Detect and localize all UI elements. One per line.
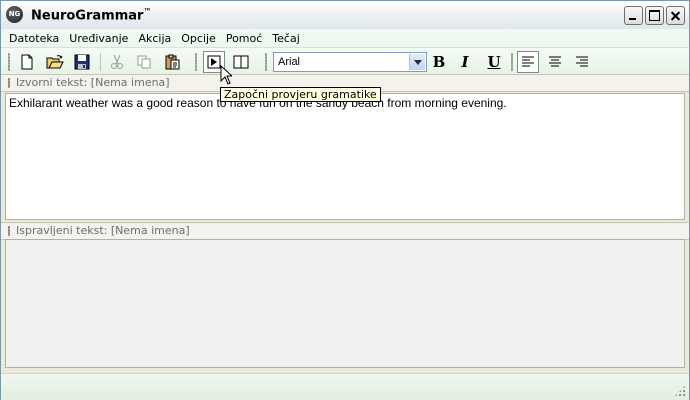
play-icon (207, 55, 221, 69)
save-file-button[interactable] (71, 51, 93, 73)
cut-icon (111, 54, 123, 69)
bold-button[interactable]: B (428, 51, 450, 73)
corrected-pane-header: Ispravljeni tekst: [Nema imena] (1, 222, 689, 240)
window-title: NeuroGrammar™ (31, 7, 152, 24)
corrected-text-editor[interactable] (5, 239, 685, 368)
source-text-editor[interactable]: Exhilarant weather was a good reason to … (5, 93, 685, 220)
pane-grip[interactable] (8, 78, 10, 88)
menu-opcije[interactable]: Opcije (176, 32, 221, 45)
chevron-down-icon[interactable] (409, 54, 425, 70)
title-bar[interactable]: NG NeuroGrammar™ (1, 1, 689, 30)
align-right-button[interactable] (571, 51, 593, 73)
split-view-icon (233, 55, 249, 69)
copy-icon (137, 55, 151, 69)
new-file-button[interactable] (16, 51, 38, 73)
paste-button[interactable] (161, 51, 183, 73)
italic-button[interactable]: I (454, 51, 476, 73)
align-left-icon (522, 56, 534, 67)
toolbar-grip[interactable] (511, 53, 513, 71)
tooltip: Započni provjeru gramatike (220, 87, 381, 102)
italic-icon: I (461, 53, 469, 71)
copy-button[interactable] (133, 51, 155, 73)
toolbar-separator (100, 53, 101, 71)
align-right-icon (576, 56, 588, 67)
toolbar: Arial B I U (1, 47, 689, 77)
menu-bar: Datoteka Uređivanje Akcija Opcije Pomoć … (1, 29, 689, 47)
underline-button[interactable]: U (483, 51, 505, 73)
bold-icon: B (432, 53, 446, 71)
corrected-pane-title: Ispravljeni tekst: [Nema imena] (16, 224, 190, 237)
open-folder-icon (46, 55, 64, 69)
mouse-cursor-icon (220, 65, 232, 85)
menu-pomoc[interactable]: Pomoć (221, 32, 267, 45)
open-file-button[interactable] (44, 51, 66, 73)
align-center-icon (549, 56, 561, 67)
font-select-value: Arial (278, 56, 301, 68)
trademark-mark: ™ (143, 7, 152, 16)
underline-icon: U (487, 53, 501, 71)
new-file-icon (21, 54, 33, 70)
close-button[interactable] (666, 6, 685, 25)
app-logo-icon: NG (6, 6, 23, 23)
save-disk-icon (74, 54, 90, 70)
maximize-button[interactable] (645, 6, 664, 25)
cut-button[interactable] (106, 51, 128, 73)
menu-uredivanje[interactable]: Uređivanje (64, 32, 133, 45)
window-controls (624, 6, 685, 25)
menu-akcija[interactable]: Akcija (133, 32, 176, 45)
align-center-button[interactable] (544, 51, 566, 73)
menu-tecaj[interactable]: Tečaj (267, 32, 304, 45)
menu-datoteka[interactable]: Datoteka (1, 32, 64, 45)
font-select[interactable]: Arial (273, 52, 427, 72)
toolbar-grip[interactable] (8, 53, 10, 71)
resize-grip-icon[interactable] (674, 385, 686, 397)
source-pane-title: Izvorni tekst: [Nema imena] (16, 76, 170, 89)
paste-icon (165, 54, 180, 70)
toolbar-grip[interactable] (265, 53, 267, 71)
status-bar (1, 373, 689, 400)
minimize-button[interactable] (624, 6, 643, 25)
app-window: NG NeuroGrammar™ Datoteka Uređivanje Akc… (0, 0, 690, 400)
pane-grip[interactable] (8, 226, 10, 236)
align-left-button[interactable] (517, 51, 539, 73)
toolbar-grip[interactable] (195, 53, 197, 71)
split-view-button[interactable] (230, 51, 252, 73)
